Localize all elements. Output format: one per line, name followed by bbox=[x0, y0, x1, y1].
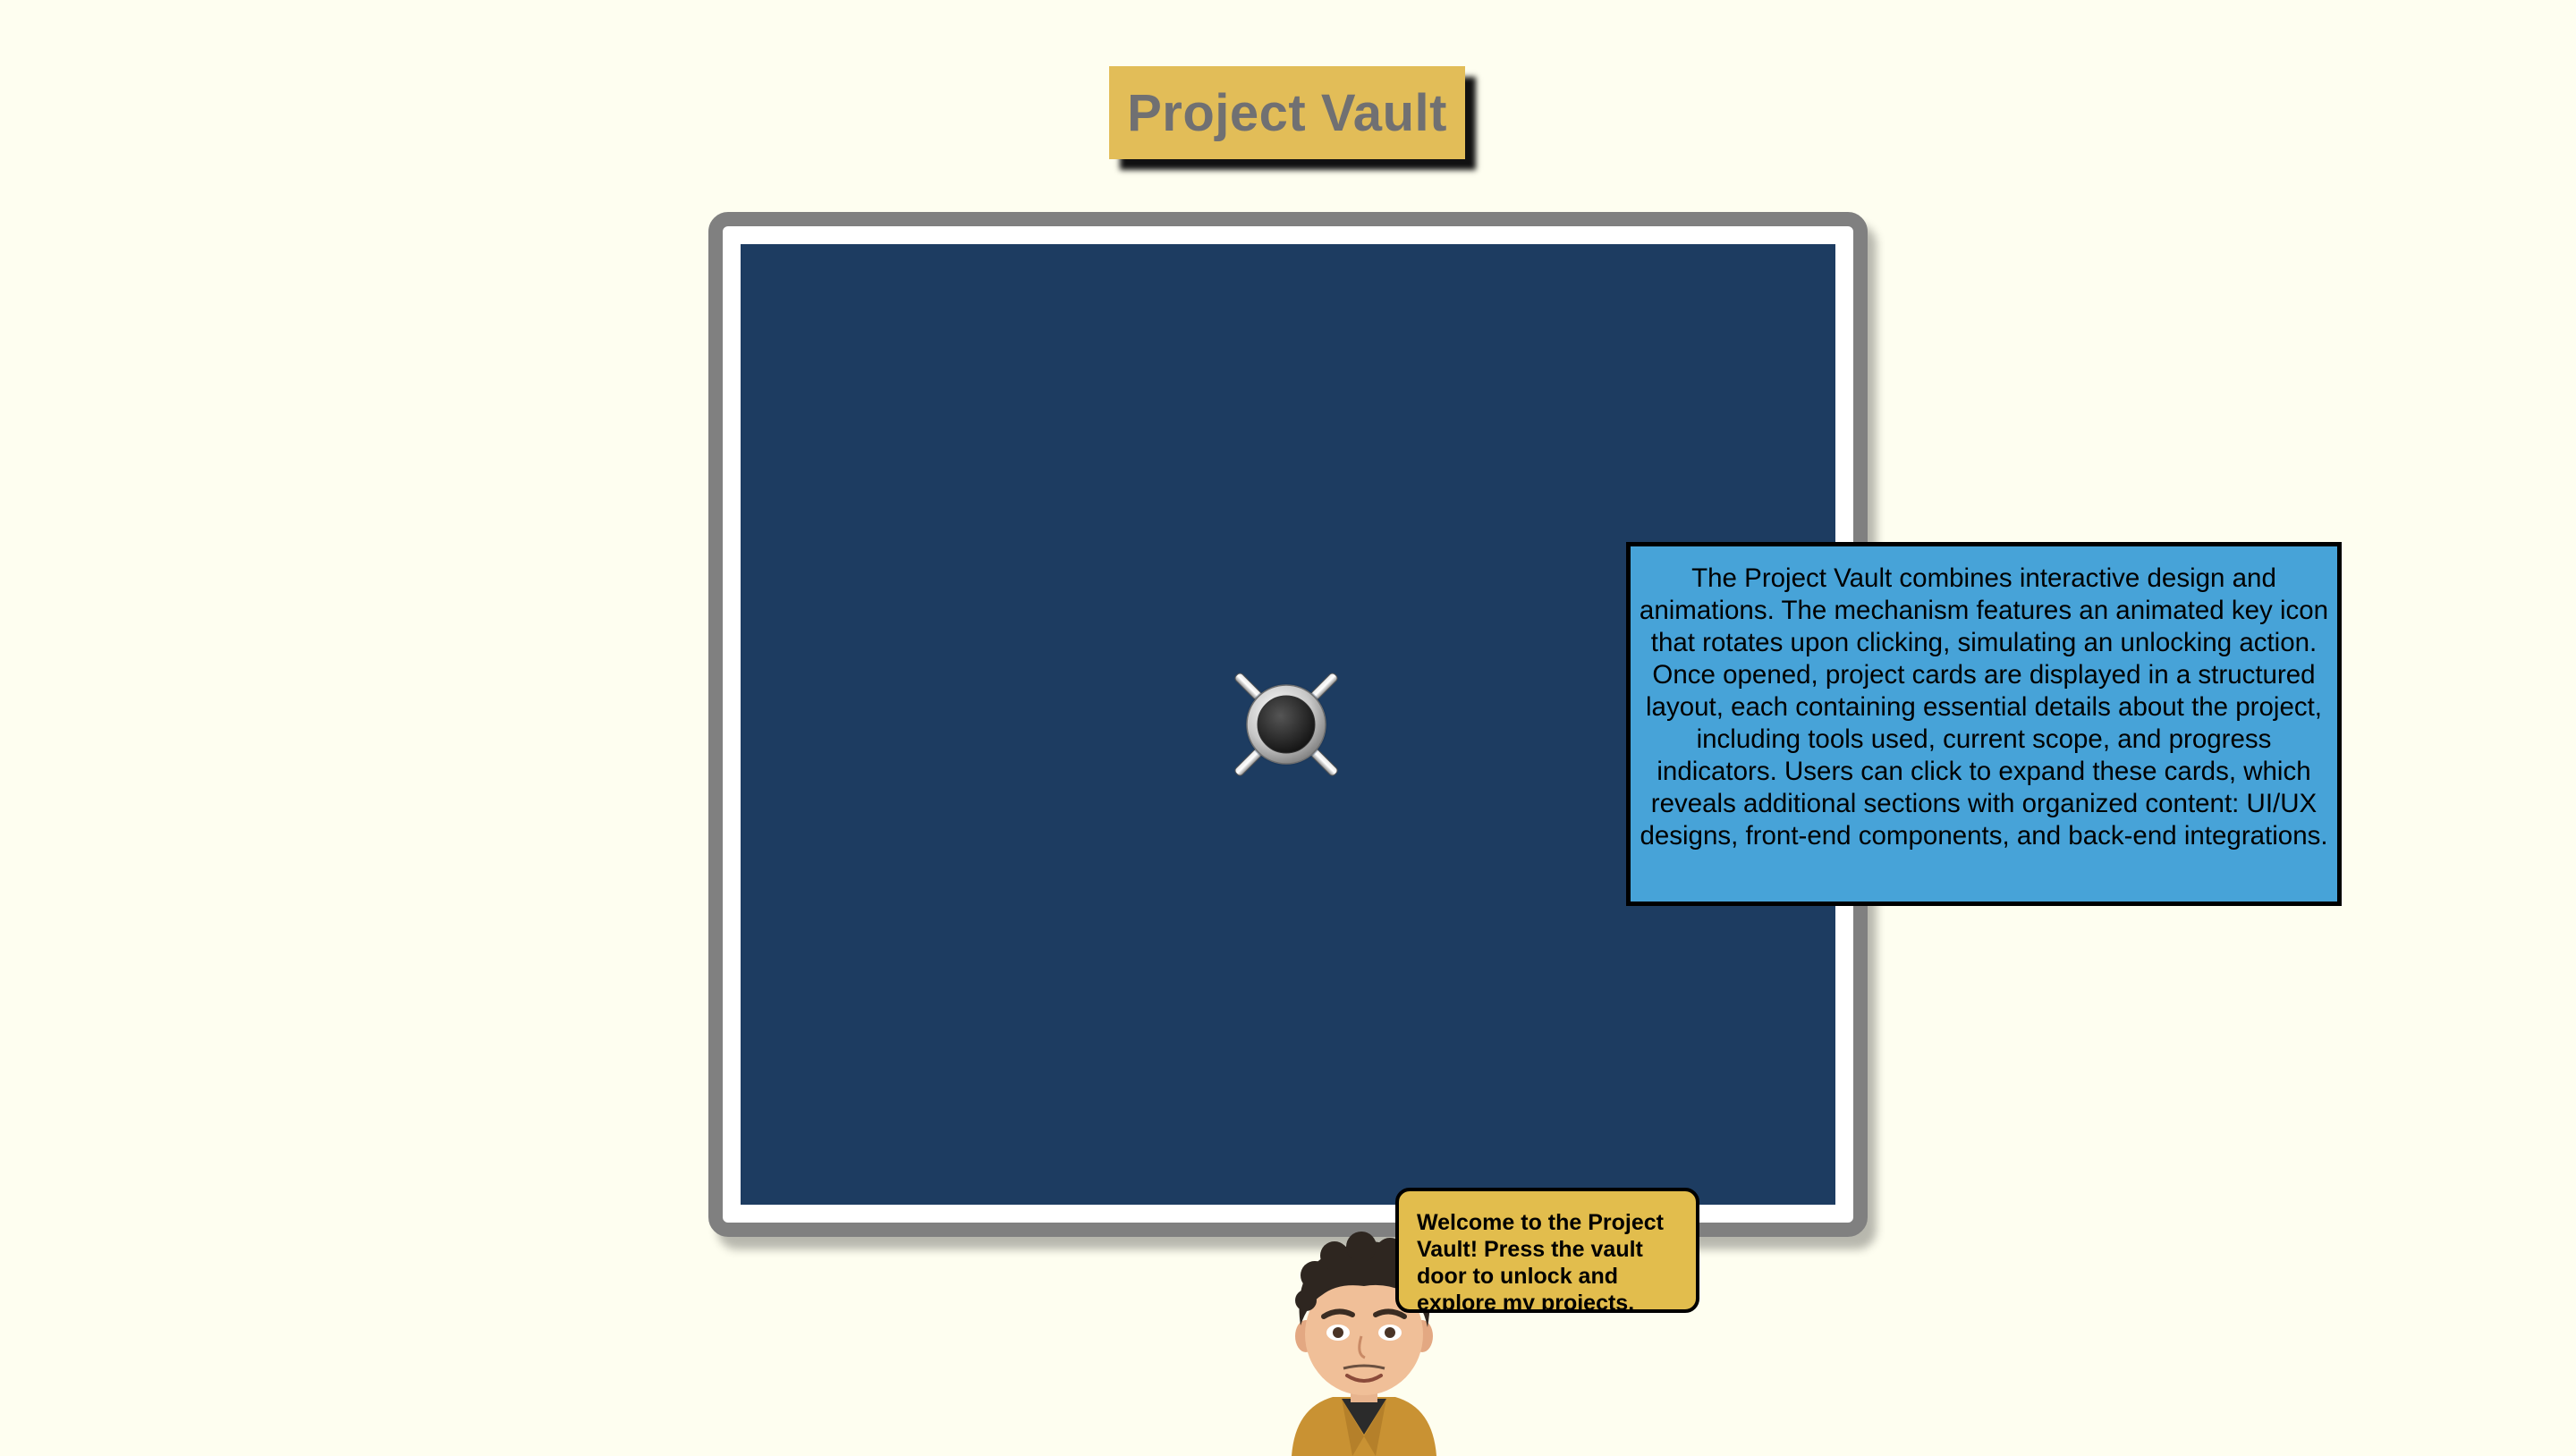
page-title: Project Vault bbox=[1127, 83, 1447, 142]
info-panel: The Project Vault combines interactive d… bbox=[1626, 542, 2342, 906]
title-banner: Project Vault bbox=[1109, 66, 1465, 159]
speech-bubble: Welcome to the Project Vault! Press the … bbox=[1395, 1188, 1699, 1313]
info-text: The Project Vault combines interactive d… bbox=[1639, 563, 2329, 851]
vault-dial-icon[interactable] bbox=[1213, 651, 1360, 798]
welcome-message: Welcome to the Project Vault! Press the … bbox=[1417, 1210, 1664, 1313]
